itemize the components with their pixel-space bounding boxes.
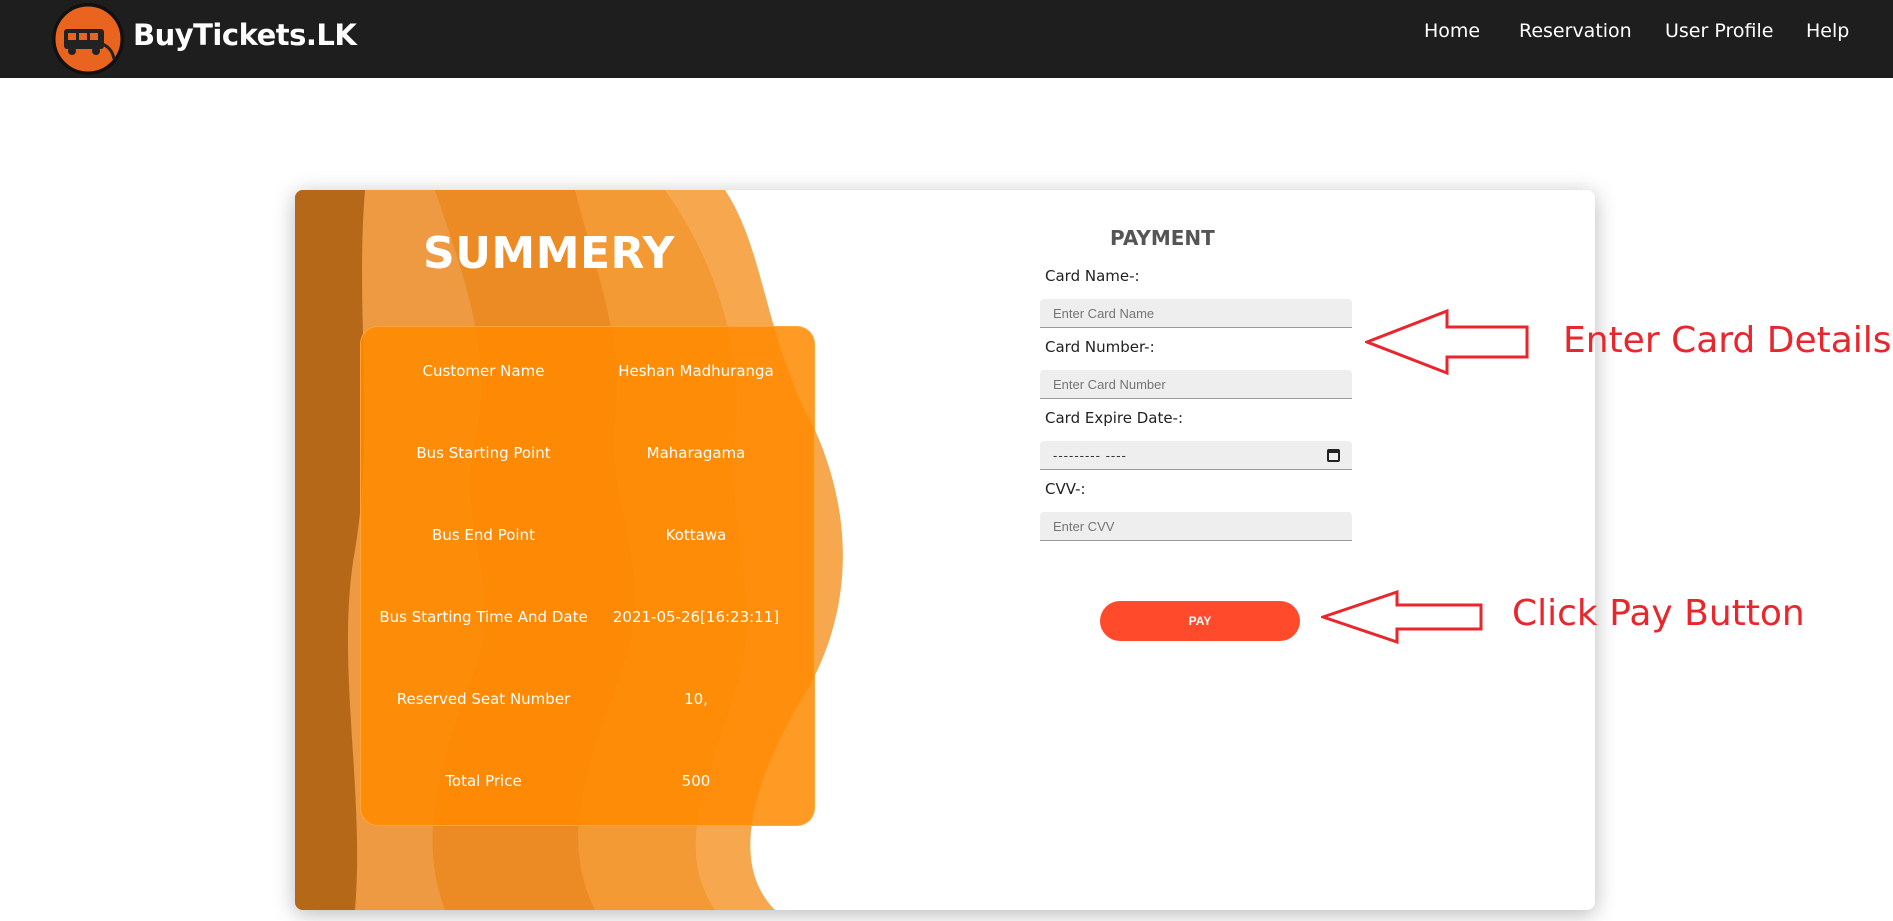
expire-date-input[interactable]: --------- ---- [1040,441,1352,470]
summary-value: Heshan Madhuranga [618,362,774,380]
brand-name[interactable]: BuyTickets.LK [133,18,357,52]
summary-row: Reserved Seat Number 10, [361,690,816,720]
summary-row: Customer Name Heshan Madhuranga [361,362,816,392]
calendar-icon[interactable] [1327,449,1340,462]
card-name-label: Card Name-: [1045,267,1140,285]
card-name-input[interactable] [1040,299,1352,328]
card-number-label: Card Number-: [1045,338,1155,356]
summary-title: SUMMERY [423,228,675,279]
annotation-pay-button: Click Pay Button [1512,593,1805,634]
cvv-label: CVV-: [1045,480,1086,498]
nav-reservation[interactable]: Reservation [1519,20,1632,42]
summary-label: Bus Starting Time And Date [379,608,588,626]
bus-logo-icon[interactable] [52,3,124,75]
summary-label: Reserved Seat Number [396,690,571,708]
expire-date-label: Card Expire Date-: [1045,409,1184,427]
card-number-input[interactable] [1040,370,1352,399]
summary-value: 500 [681,772,711,790]
nav-user-profile[interactable]: User Profile [1665,20,1773,42]
annotation-card-details: Enter Card Details [1563,320,1892,361]
checkout-card: SUMMERY Customer Name Heshan Madhuranga … [295,190,1595,910]
expire-date-value: --------- ---- [1053,448,1127,463]
summary-label: Total Price [445,772,522,790]
summary-label: Bus End Point [432,526,535,544]
summary-value: Kottawa [665,526,727,544]
summary-row: Bus Starting Time And Date 2021-05-26[16… [361,608,816,638]
summary-row: Bus Starting Point Maharagama [361,444,816,474]
summary-label: Bus Starting Point [416,444,551,462]
payment-title: PAYMENT [1110,226,1215,250]
top-navbar: BuyTickets.LK Home Reservation User Prof… [0,0,1893,78]
summary-value: Maharagama [646,444,746,462]
pay-button[interactable]: PAY [1100,601,1300,641]
arrow-left-icon [1365,309,1529,375]
summary-value: 2021-05-26[16:23:11] [612,608,780,626]
nav-help[interactable]: Help [1806,20,1849,42]
summary-details-box: Customer Name Heshan Madhuranga Bus Star… [360,326,815,826]
summary-row: Total Price 500 [361,772,816,802]
summary-label: Customer Name [422,362,545,380]
summary-row: Bus End Point Kottawa [361,526,816,556]
arrow-left-icon [1321,590,1483,644]
nav-home[interactable]: Home [1424,20,1480,42]
cvv-input[interactable] [1040,512,1352,541]
summary-value: 10, [684,690,708,708]
